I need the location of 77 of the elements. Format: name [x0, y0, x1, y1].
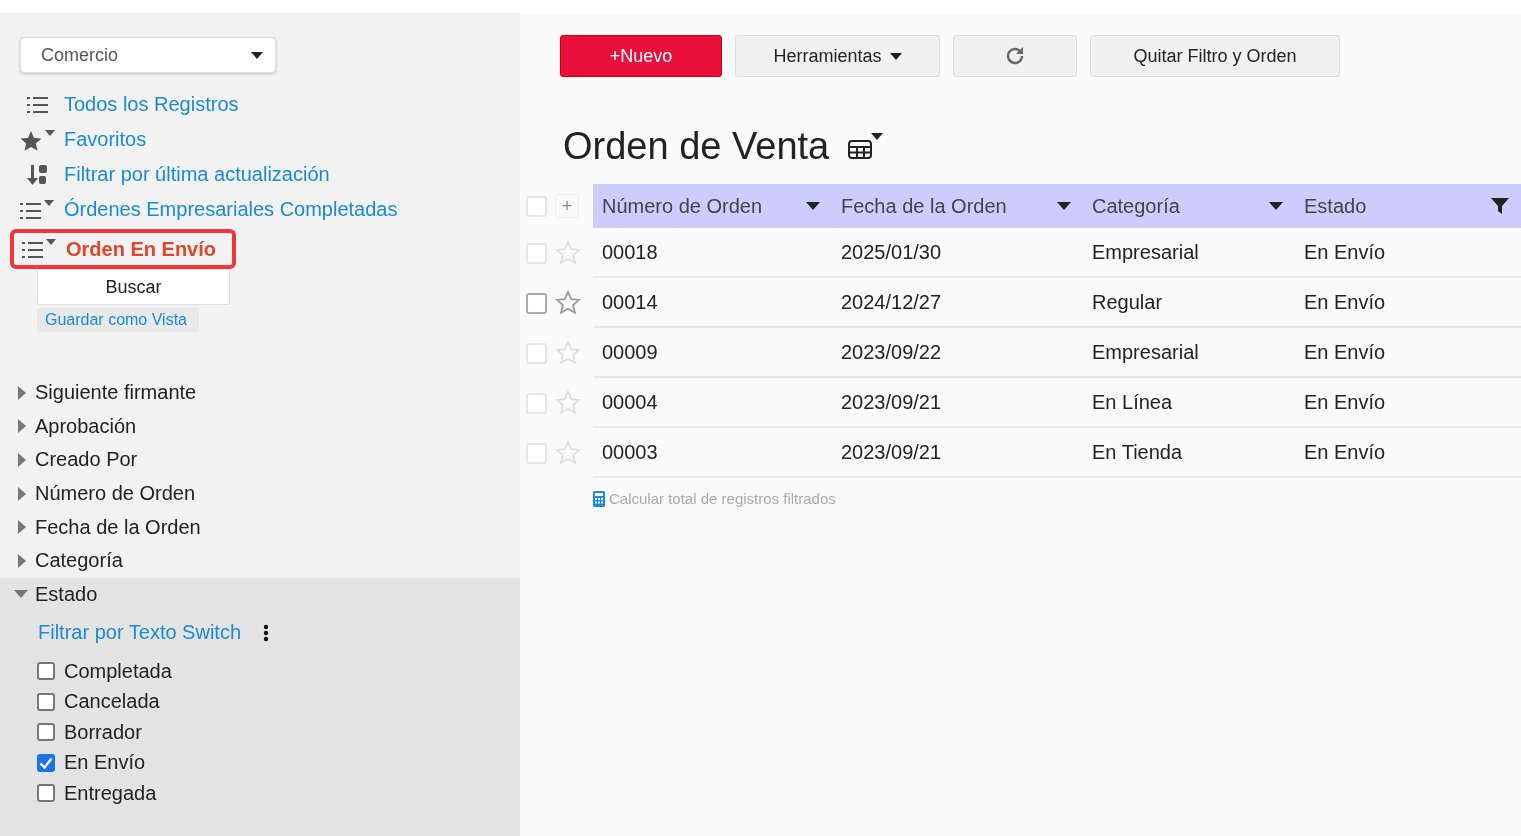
table-cell-text: Empresarial	[1091, 240, 1200, 264]
list-filter-icon	[20, 199, 56, 220]
star-filter-icon	[20, 128, 56, 151]
checkbox[interactable]	[37, 753, 55, 772]
facet-header[interactable]: Siguiente firmante	[0, 376, 520, 410]
table-cell-text: 00003	[601, 440, 659, 464]
tools-button[interactable]: Herramientas	[735, 35, 940, 77]
caret-icon[interactable]	[806, 202, 820, 210]
filter-icon[interactable]	[1491, 198, 1509, 214]
caret-icon	[251, 51, 263, 59]
more-icon[interactable]	[263, 623, 270, 642]
table-cell-text: En Envío	[1303, 240, 1387, 264]
column-header[interactable]: Estado	[1295, 184, 1521, 228]
column-header[interactable]: Categoría	[1083, 184, 1295, 228]
table-cell-text: 2024/12/27	[840, 290, 943, 314]
facet-header[interactable]: Estado	[0, 577, 520, 612]
table-cell-text: Regular	[1091, 290, 1164, 314]
table-cell-text: 2023/09/21	[840, 440, 943, 464]
table-cell-text: En Tienda	[1091, 440, 1184, 464]
table-cell-text: En Envío	[1303, 340, 1387, 364]
caret-icon	[14, 590, 28, 599]
view-item[interactable]: Todos los Registros	[20, 87, 520, 122]
view-item[interactable]: Órdenes Empresariales Completadas	[20, 192, 520, 227]
column-header[interactable]: Fecha de la Orden	[832, 184, 1083, 228]
table-cell-text: Empresarial	[1091, 340, 1200, 364]
search-button[interactable]: Buscar	[37, 269, 230, 305]
caret-icon	[18, 520, 26, 535]
row-checkbox[interactable]	[526, 292, 547, 314]
caret-icon	[18, 486, 26, 501]
caret-icon[interactable]	[1057, 202, 1071, 210]
option-label: Entregada	[64, 781, 157, 805]
page-title: Orden de Venta	[563, 125, 830, 168]
table-cell-text: 2023/09/22	[840, 340, 943, 364]
list-filter-icon	[22, 239, 58, 259]
checkbox[interactable]	[37, 662, 55, 681]
refresh-icon	[1004, 45, 1026, 67]
checkbox[interactable]	[37, 692, 55, 711]
table-cell-text: 00014	[601, 290, 659, 314]
new-button[interactable]: +Nuevo	[560, 35, 722, 77]
table-cell-text: 00004	[601, 390, 659, 414]
facet-header[interactable]: Fecha de la Orden	[0, 510, 520, 544]
add-column-button[interactable]: +	[555, 194, 579, 218]
facet-header[interactable]: Categoría	[0, 543, 520, 578]
table-filter-icon[interactable]	[847, 132, 886, 161]
app-select[interactable]: Comercio	[20, 37, 276, 73]
option-label: Completada	[64, 659, 172, 683]
caret-icon[interactable]	[1269, 202, 1283, 210]
option-label: Cancelada	[64, 690, 160, 714]
table-cell-text: 00009	[601, 340, 659, 364]
star-icon[interactable]	[555, 290, 581, 316]
checkbox[interactable]	[37, 723, 55, 742]
view-item[interactable]: Favoritos	[20, 122, 520, 157]
caret-icon	[18, 453, 26, 467]
facet-header[interactable]: Creado Por	[0, 443, 520, 477]
facet-header[interactable]: Aprobación	[0, 409, 520, 444]
view-item[interactable]: Orden En Envío	[10, 229, 237, 269]
table-cell-text: En Envío	[1303, 390, 1387, 414]
facet-header[interactable]: Número de Orden	[0, 476, 520, 511]
table-cell-text: 2025/01/30	[840, 240, 943, 264]
table-cell-text: 00018	[601, 240, 659, 264]
table-cell-text: En Línea	[1091, 390, 1174, 414]
table-cell-text: 2023/09/21	[840, 390, 943, 414]
checkbox[interactable]	[37, 784, 55, 803]
view-item[interactable]: Filtrar por última actualización	[20, 157, 520, 192]
select-all-checkbox[interactable]	[526, 195, 547, 217]
option-label: En Envío	[64, 751, 146, 775]
calculator-icon	[593, 490, 605, 507]
clear-filter-button[interactable]: Quitar Filtro y Orden	[1090, 35, 1340, 77]
table-cell-text: En Envío	[1303, 440, 1387, 464]
caret-icon	[889, 52, 902, 60]
caret-icon	[18, 385, 26, 400]
column-header[interactable]: Número de Orden	[593, 184, 832, 228]
option-label: Borrador	[64, 720, 142, 744]
table-cell-text: En Envío	[1303, 290, 1387, 314]
caret-icon	[18, 419, 26, 434]
refresh-button[interactable]	[953, 35, 1077, 77]
caret-icon	[18, 553, 26, 568]
